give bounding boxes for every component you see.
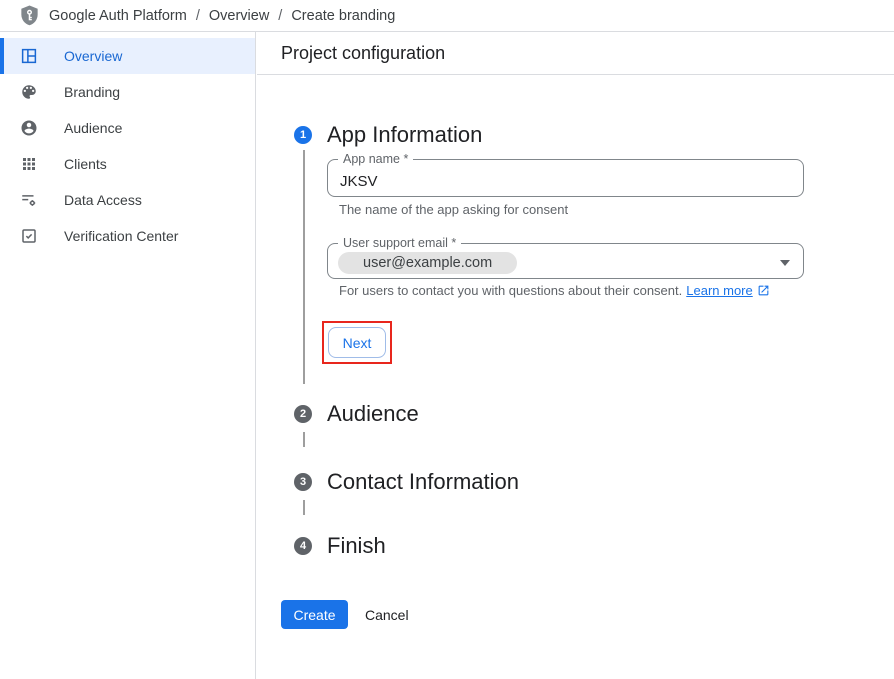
step-number-badge: 2	[294, 405, 312, 423]
sidebar-item-label: Clients	[64, 156, 107, 172]
next-button[interactable]: Next	[328, 327, 386, 358]
step-title: Contact Information	[327, 469, 519, 495]
user-support-email-select[interactable]: User support email * user@example.com	[327, 243, 804, 279]
sidebar-item-label: Overview	[64, 48, 122, 64]
step-contact-information: 3 Contact Information	[294, 469, 519, 495]
step-title: Audience	[327, 401, 419, 427]
stepper-connector	[303, 500, 305, 515]
step-audience: 2 Audience	[294, 401, 419, 427]
breadcrumb-separator: /	[196, 8, 200, 24]
sidebar-nav: Overview Branding Audience	[0, 32, 256, 679]
email-value-chip: user@example.com	[338, 252, 517, 274]
app-name-label: App name *	[338, 152, 413, 166]
breadcrumb-overview[interactable]: Overview	[209, 8, 269, 24]
step-finish: 4 Finish	[294, 533, 386, 559]
chevron-down-icon[interactable]	[780, 260, 790, 266]
breadcrumb-separator: /	[278, 8, 282, 24]
data-access-gear-icon	[20, 191, 38, 209]
app-name-helper-text: The name of the app asking for consent	[339, 202, 568, 217]
page-header: Project configuration	[257, 32, 894, 75]
create-button[interactable]: Create	[281, 600, 348, 629]
step-app-information: 1 App Information	[294, 122, 482, 148]
stepper-connector	[303, 432, 305, 447]
step-title: Finish	[327, 533, 386, 559]
app-name-field: App name *	[327, 159, 804, 197]
account-circle-icon	[20, 119, 38, 137]
breadcrumb-current-page: Create branding	[291, 8, 395, 24]
sidebar-item-audience[interactable]: Audience	[0, 110, 255, 146]
cancel-button[interactable]: Cancel	[353, 600, 421, 629]
learn-more-link[interactable]: Learn more	[686, 283, 752, 298]
stepper-connector	[303, 150, 305, 384]
palette-icon	[20, 83, 38, 101]
breadcrumb: Google Auth Platform / Overview / Create…	[49, 8, 395, 24]
sidebar-item-label: Branding	[64, 84, 120, 100]
step-number-badge: 4	[294, 537, 312, 555]
shield-key-icon	[18, 3, 41, 28]
sidebar-item-branding[interactable]: Branding	[0, 74, 255, 110]
sidebar-item-label: Data Access	[64, 192, 142, 208]
app-window: Google Auth Platform / Overview / Create…	[0, 0, 894, 679]
breadcrumb-app[interactable]: Google Auth Platform	[49, 8, 187, 24]
verification-check-icon	[20, 227, 38, 245]
user-support-email-label: User support email *	[338, 236, 461, 250]
step-title: App Information	[327, 122, 482, 148]
support-email-helper-text: For users to contact you with questions …	[339, 283, 770, 298]
sidebar-item-clients[interactable]: Clients	[0, 146, 255, 182]
sidebar-item-label: Verification Center	[64, 228, 178, 244]
breadcrumb-bar: Google Auth Platform / Overview / Create…	[0, 0, 894, 32]
sidebar-item-data-access[interactable]: Data Access	[0, 182, 255, 218]
sidebar-item-overview[interactable]: Overview	[0, 38, 255, 74]
overview-icon	[20, 47, 38, 65]
open-in-new-icon	[757, 284, 770, 297]
sidebar-item-label: Audience	[64, 120, 122, 136]
apps-grid-icon	[20, 155, 38, 173]
page-title: Project configuration	[281, 43, 445, 64]
step-number-badge: 3	[294, 473, 312, 491]
step-number-badge: 1	[294, 126, 312, 144]
sidebar-item-verification-center[interactable]: Verification Center	[0, 218, 255, 254]
